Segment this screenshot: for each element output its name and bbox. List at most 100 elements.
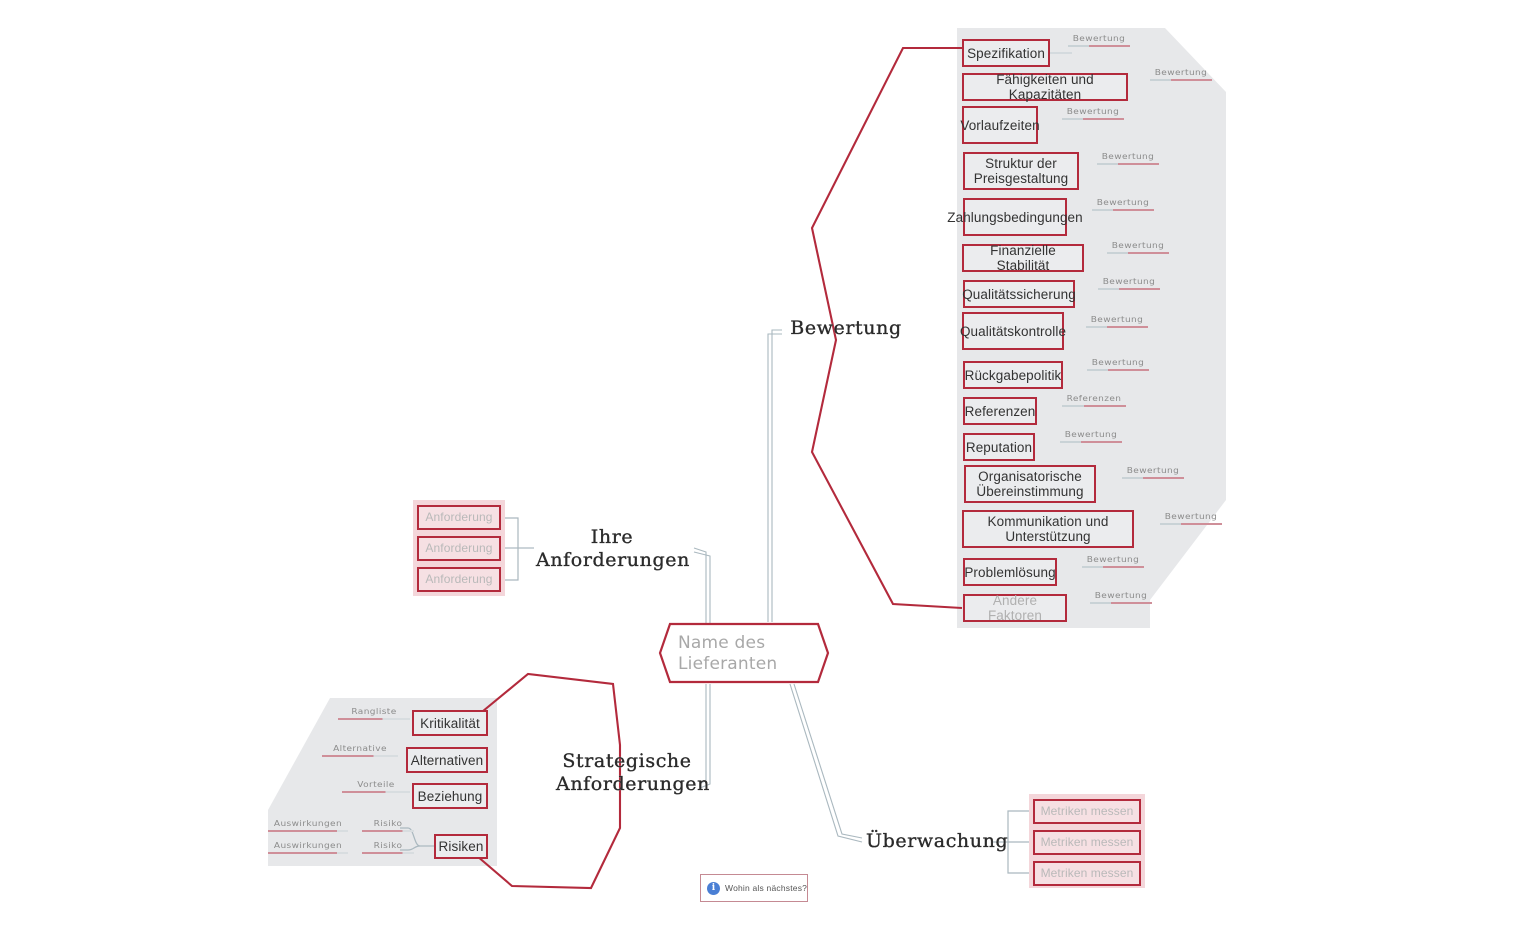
- sub-label: Bewertung: [1107, 241, 1169, 254]
- sub-label-rule: [1098, 288, 1160, 290]
- sub-label-rule: [1160, 523, 1222, 525]
- sub-label-text: Rangliste: [351, 707, 397, 717]
- sub-label-rule: [1150, 79, 1212, 81]
- sub-label-rule: [1122, 477, 1184, 479]
- topic-box[interactable]: Fähigkeiten und Kapazitäten: [962, 72, 1128, 102]
- branch-heading-strategische[interactable]: Strategische Anforderungen: [556, 750, 710, 796]
- sub-label: Bewertung: [1160, 512, 1222, 525]
- sub-label-text: Bewertung: [1101, 152, 1155, 162]
- topic-box[interactable]: Finanzielle Stabilität: [962, 243, 1084, 273]
- connector-center-ueberwachung: [789, 683, 863, 843]
- connector-center-strategische: [699, 684, 707, 785]
- sub-label: Bewertung: [1062, 107, 1124, 120]
- topic-box[interactable]: Spezifikation: [962, 39, 1050, 67]
- sub-label-risiko: Risiko: [362, 841, 414, 854]
- topic-box[interactable]: Qualitätssicherung: [962, 280, 1076, 308]
- topic-box[interactable]: Qualitätskontrolle: [960, 312, 1066, 350]
- sub-label-rule: [268, 852, 348, 854]
- sub-label-rule: [1086, 326, 1148, 328]
- topic-box[interactable]: Problemlösung: [963, 558, 1057, 586]
- sub-label-text: Bewertung: [1066, 107, 1120, 117]
- sub-label: Bewertung: [1086, 315, 1148, 328]
- sub-label-rule: [1107, 252, 1169, 254]
- central-topic-label: Name des Lieferanten: [678, 633, 778, 674]
- next-step-hint-label: Wohin als nächstes?: [725, 883, 808, 893]
- sub-label: Bewertung: [1060, 430, 1122, 443]
- sub-label-rule: [1060, 441, 1122, 443]
- sub-label-text: Bewertung: [1126, 466, 1180, 476]
- central-topic[interactable]: Name des Lieferanten: [658, 622, 830, 684]
- topic-box[interactable]: Anforderung: [417, 505, 501, 530]
- sub-label-text: Vorteile: [357, 780, 395, 790]
- sub-label-auswirkungen: Auswirkungen: [268, 819, 348, 832]
- sub-label-rule: [342, 791, 410, 793]
- sub-label-rule: [322, 755, 398, 757]
- sub-label-text: Bewertung: [1090, 315, 1144, 325]
- sub-label-rule: [1082, 566, 1144, 568]
- sub-label-text: Alternative: [333, 744, 387, 754]
- sub-label: Bewertung: [1082, 555, 1144, 568]
- sub-label-text: Auswirkungen: [273, 841, 343, 851]
- sub-label-rule: [338, 718, 410, 720]
- sub-label-text: Bewertung: [1096, 198, 1150, 208]
- sub-label-rule: [1087, 369, 1149, 371]
- sub-label: Bewertung: [1122, 466, 1184, 479]
- sub-label: Rangliste: [338, 707, 410, 720]
- branch-heading-anforderungen[interactable]: Ihre Anforderungen: [536, 526, 690, 572]
- sub-label-rule: [362, 830, 414, 832]
- topic-box[interactable]: Metriken messen: [1033, 861, 1141, 886]
- sub-label-text: Bewertung: [1072, 34, 1126, 44]
- sub-label-text: Bewertung: [1102, 277, 1156, 287]
- topic-box[interactable]: Beziehung: [412, 783, 488, 809]
- topic-box[interactable]: Rückgabepolitik: [963, 361, 1063, 389]
- topic-box[interactable]: Kritikalität: [412, 710, 488, 736]
- topic-box[interactable]: Struktur der Preisgestaltung: [963, 152, 1079, 190]
- sub-label: Bewertung: [1087, 358, 1149, 371]
- topic-box[interactable]: Organisatorische Übereinstimmung: [964, 465, 1096, 503]
- sub-label-text: Bewertung: [1164, 512, 1218, 522]
- topic-box[interactable]: Anforderung: [417, 536, 501, 561]
- sub-label-rule: [1092, 209, 1154, 211]
- info-icon: i: [707, 881, 720, 895]
- topic-box[interactable]: Metriken messen: [1033, 830, 1141, 855]
- sub-label-rule: [1062, 118, 1124, 120]
- sub-label: Bewertung: [1090, 591, 1152, 604]
- sub-label-rule: [1068, 45, 1130, 47]
- topic-box[interactable]: Anforderung: [417, 567, 501, 592]
- sub-label-rule: [1062, 405, 1126, 407]
- sub-label-text: Bewertung: [1064, 430, 1118, 440]
- sub-label: Referenzen: [1062, 394, 1126, 407]
- sub-label: Bewertung: [1098, 277, 1160, 290]
- branch-heading-bewertung[interactable]: Bewertung: [786, 317, 906, 340]
- sub-label: Bewertung: [1150, 68, 1212, 81]
- topic-box[interactable]: Alternativen: [406, 747, 488, 773]
- sub-label-text: Bewertung: [1091, 358, 1145, 368]
- sub-label-text: Referenzen: [1066, 394, 1122, 404]
- topic-box[interactable]: Referenzen: [963, 397, 1037, 425]
- sub-label-risiko: Risiko: [362, 819, 414, 832]
- sub-label: Bewertung: [1092, 198, 1154, 211]
- sub-label-text: Risiko: [373, 841, 403, 851]
- topic-box[interactable]: Vorlaufzeiten: [960, 106, 1040, 144]
- next-step-hint[interactable]: i Wohin als nächstes?: [700, 874, 808, 902]
- topic-box[interactable]: Andere Faktoren: [963, 593, 1067, 623]
- connector-center-anforderungen: [693, 547, 707, 624]
- sub-label-rule: [362, 852, 414, 854]
- topic-box[interactable]: Reputation: [963, 433, 1035, 461]
- sub-label-rule: [1097, 163, 1159, 165]
- connector-center-bewertung: [767, 333, 782, 622]
- sub-label: Bewertung: [1097, 152, 1159, 165]
- sub-label-text: Bewertung: [1086, 555, 1140, 565]
- sub-label-text: Bewertung: [1111, 241, 1165, 251]
- sub-label: Alternative: [322, 744, 398, 757]
- topic-box[interactable]: Kommunikation und Unterstützung: [962, 510, 1134, 548]
- topic-box[interactable]: Zahlungsbedingungen: [947, 198, 1083, 236]
- branch-heading-ueberwachung[interactable]: Überwachung: [866, 830, 1008, 853]
- sub-label-text: Auswirkungen: [273, 819, 343, 829]
- sub-label: Bewertung: [1068, 34, 1130, 47]
- sub-label-rule: [1090, 602, 1152, 604]
- topic-box[interactable]: Metriken messen: [1033, 799, 1141, 824]
- sub-label-text: Risiko: [373, 819, 403, 829]
- sub-label-text: Bewertung: [1094, 591, 1148, 601]
- topic-box[interactable]: Risiken: [434, 834, 488, 859]
